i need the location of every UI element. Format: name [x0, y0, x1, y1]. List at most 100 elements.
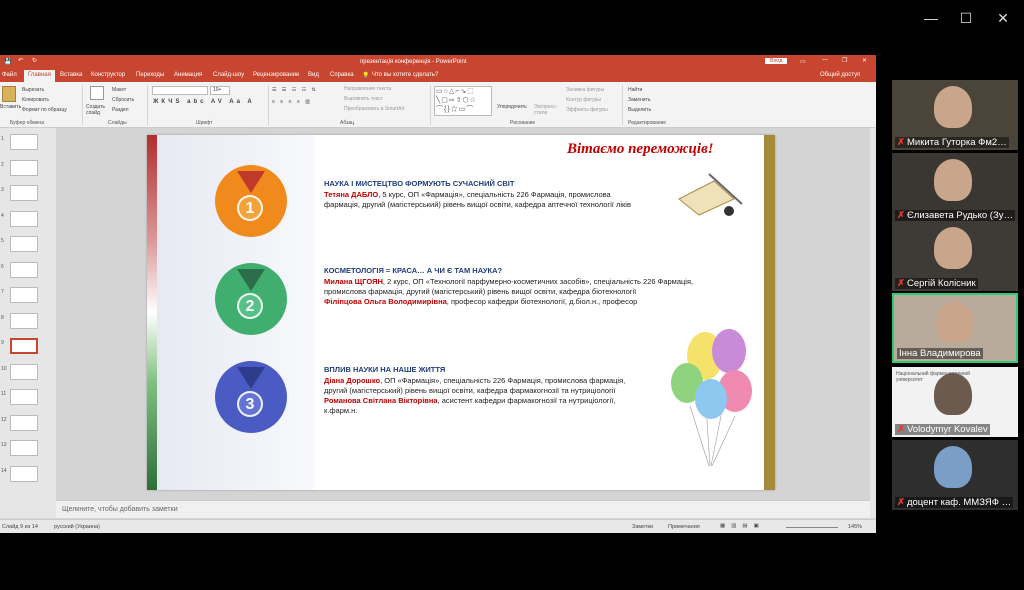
slide-thumbnail[interactable]	[10, 185, 38, 201]
slide-thumbnail[interactable]	[10, 312, 38, 329]
paste-button[interactable]: Вставить	[0, 104, 21, 110]
select-button[interactable]: Выделить	[628, 107, 651, 113]
slide-thumbnail[interactable]	[10, 159, 38, 176]
participant-name-text: Інна Владимирова	[899, 348, 981, 359]
notes-toggle[interactable]: Заметки	[632, 524, 653, 530]
close-button[interactable]: ✕	[992, 8, 1014, 28]
new-slide-button[interactable]: Создать слайд	[86, 104, 110, 116]
participant-tile[interactable]: ✗ Микита Гуторка Фм2…	[892, 80, 1018, 150]
redo-icon[interactable]: ↻	[32, 57, 37, 64]
slide-thumbnail[interactable]	[10, 261, 38, 278]
slide-thumbnail[interactable]	[10, 134, 38, 150]
smartart-button[interactable]: Преобразовать в SmartArt	[344, 106, 405, 112]
thumbnail-number: 10	[1, 365, 7, 372]
slide-scrollbar[interactable]	[870, 128, 876, 518]
share-button[interactable]: Общий доступ	[820, 72, 860, 78]
tab-help[interactable]: Справка	[330, 72, 354, 78]
tab-transitions[interactable]: Переходы	[136, 72, 164, 78]
mic-muted-icon: ✗	[897, 137, 905, 148]
participant-name: ✗ Сергій Колісник	[895, 278, 978, 289]
ppt-minimize-icon[interactable]: —	[822, 57, 828, 63]
undo-icon[interactable]: ↶	[18, 57, 23, 64]
tab-design[interactable]: Конструктор	[91, 72, 125, 78]
align-text-button[interactable]: Выровнять текст	[344, 96, 383, 102]
slide-thumbnail[interactable]	[10, 338, 38, 354]
shape-fill-button[interactable]: Заливка фигуры	[566, 87, 604, 93]
align-buttons[interactable]: ≡ ≡ ≡ ≡ ▥	[272, 99, 312, 105]
ribbon-options-icon[interactable]: ▭	[800, 58, 806, 65]
notes-pane[interactable]: Щелкните, чтобы добавить заметки	[56, 500, 876, 518]
text-direction-button[interactable]: Направление текста	[344, 86, 391, 92]
lightbulb-icon: 💡	[362, 73, 370, 79]
participant-name-text: Сергій Колісник	[906, 278, 976, 289]
paste-icon[interactable]	[2, 86, 16, 102]
group-editing: Редактирование	[628, 120, 667, 126]
tab-view[interactable]: Вид	[308, 72, 319, 78]
shape-effects-button[interactable]: Эффекты фигуры	[566, 107, 608, 113]
maximize-button[interactable]: ☐	[955, 8, 977, 28]
list-buttons[interactable]: ☰ ☰ ☷ ☷ ⇅	[272, 87, 318, 93]
layout-button[interactable]: Макет	[112, 87, 126, 93]
reset-button[interactable]: Сбросить	[112, 97, 134, 103]
font-size-input[interactable]: 10+	[210, 86, 230, 95]
slide-thumbnails: 1 2 3 4 5 6 7 8 9 10 11 12 13 14	[0, 128, 56, 518]
slide-thumbnail[interactable]	[10, 440, 38, 456]
tab-file[interactable]: Файл	[2, 72, 17, 78]
arrange-button[interactable]: Упорядочить	[497, 104, 527, 110]
item3-advisor: Романова Світлана Вікторівна, асистент к…	[324, 396, 616, 405]
shapes-gallery[interactable]: ▭○△⌐↘⬚ ╲▢⇨⇧⬡☆ ⌒{}☆▭⌒	[434, 86, 492, 116]
slide-canvas: Вітаємо переможців! 1 НАУКА І МИСТЕЦТВО …	[147, 135, 775, 490]
tab-slideshow[interactable]: Слайд-шоу	[213, 72, 244, 78]
quick-styles-button[interactable]: Экспресс-стили	[534, 104, 560, 116]
cut-button[interactable]: Вырезать	[22, 87, 44, 93]
participant-video	[934, 227, 972, 269]
zoom-slider[interactable]	[786, 527, 838, 528]
format-painter-button[interactable]: Формат по образцу	[22, 107, 67, 113]
new-slide-icon[interactable]	[90, 86, 104, 100]
replace-button[interactable]: Заменить	[628, 97, 650, 103]
participant-tile[interactable]: ✗ Єлизавета Рудько (Зу…	[892, 153, 1018, 223]
thumbnail-number: 6	[1, 263, 4, 270]
balloons-image	[665, 321, 755, 471]
shape-outline-button[interactable]: Контур фигуры	[566, 97, 601, 103]
tab-insert[interactable]: Вставка	[60, 72, 82, 78]
minimize-button[interactable]: —	[920, 8, 942, 28]
tab-animations[interactable]: Анимация	[174, 72, 202, 78]
participant-tile[interactable]: Інна Владимирова	[892, 293, 1018, 363]
tab-home[interactable]: Главная	[24, 70, 55, 82]
ppt-restore-icon[interactable]: ❐	[842, 57, 847, 64]
copy-button[interactable]: Копировать	[22, 97, 49, 103]
participant-name-text: доцент каф. ММЗЯФ …	[906, 497, 1012, 508]
participant-name: ✗ Микита Гуторка Фм2…	[895, 137, 1009, 148]
language-indicator[interactable]: русский (Украина)	[54, 524, 100, 530]
signin-button[interactable]: Вход	[765, 58, 788, 64]
slide-thumbnail[interactable]	[10, 389, 38, 405]
slide-thumbnail[interactable]	[10, 465, 38, 482]
participant-tile[interactable]: ✗ Сергій Колісник	[892, 221, 1018, 291]
ppt-close-icon[interactable]: ✕	[862, 57, 867, 64]
tell-me-search[interactable]: Что вы хотите сделать?	[372, 72, 438, 78]
save-icon[interactable]: 💾	[4, 58, 11, 65]
thumbnail-number: 5	[1, 238, 4, 244]
group-clipboard: Буфер обмена	[10, 120, 44, 126]
slide-thumbnail[interactable]	[10, 363, 38, 380]
mic-muted-icon: ✗	[897, 497, 905, 508]
slide-thumbnail[interactable]	[10, 210, 38, 227]
participant-tile[interactable]: ✗ доцент каф. ММЗЯФ …	[892, 440, 1018, 510]
thumbnail-number: 13	[1, 442, 7, 448]
view-buttons[interactable]: ▦▥▤▣	[720, 523, 765, 529]
font-name-input[interactable]	[152, 86, 208, 95]
thumbnail-number: 8	[1, 314, 4, 321]
participant-name: ✗ Єлизавета Рудько (Зу…	[895, 210, 1015, 221]
slide-thumbnail[interactable]	[10, 287, 38, 303]
participant-tile[interactable]: Національний фармацевтичний університет ✗…	[892, 367, 1018, 437]
tab-review[interactable]: Рецензирование	[253, 72, 299, 78]
font-format-buttons[interactable]: ЖКЧS abc AV Aa A	[153, 99, 255, 105]
find-button[interactable]: Найти	[628, 87, 642, 93]
section-button[interactable]: Раздел	[112, 107, 129, 113]
zoom-level[interactable]: 145%	[848, 524, 862, 530]
thumbnail-number: 2	[1, 161, 4, 168]
slide-thumbnail[interactable]	[10, 236, 38, 252]
comments-toggle[interactable]: Примечания	[668, 524, 700, 530]
slide-thumbnail[interactable]	[10, 414, 38, 431]
